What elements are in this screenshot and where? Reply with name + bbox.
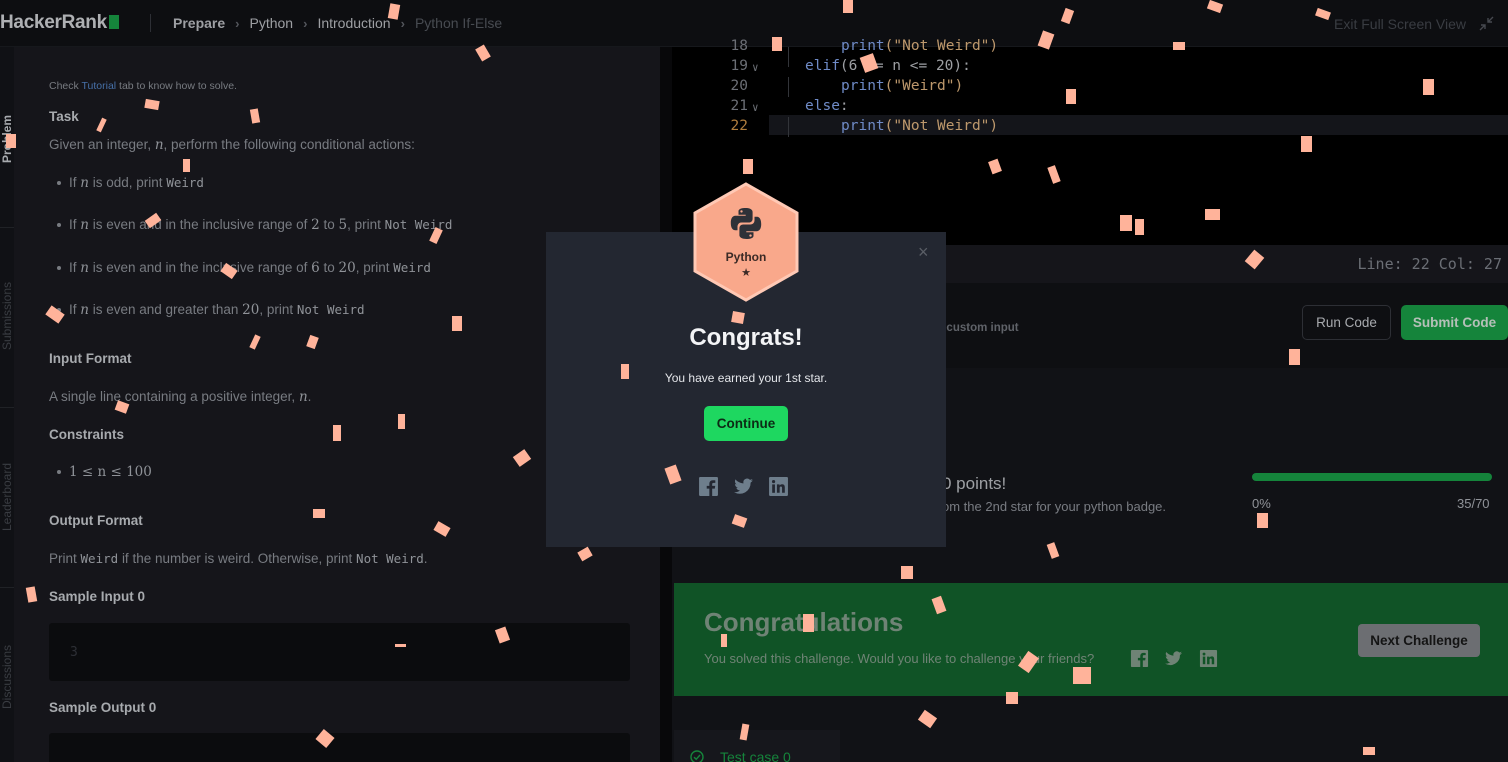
confetti-piece bbox=[721, 634, 727, 647]
close-icon[interactable]: × bbox=[918, 242, 929, 263]
confetti-piece bbox=[183, 159, 190, 172]
confetti-piece bbox=[6, 134, 16, 148]
twitter-icon[interactable] bbox=[733, 476, 754, 497]
linkedin-icon[interactable] bbox=[768, 476, 789, 497]
confetti-piece bbox=[1257, 513, 1268, 528]
confetti-piece bbox=[1423, 79, 1434, 95]
confetti-piece bbox=[398, 414, 405, 429]
confetti-piece bbox=[1120, 215, 1132, 231]
confetti-piece bbox=[452, 316, 462, 331]
confetti-piece bbox=[395, 644, 406, 647]
python-badge bbox=[693, 182, 799, 302]
confetti-piece bbox=[1006, 692, 1018, 704]
confetti-piece bbox=[1301, 136, 1312, 152]
badge-star-icon: ★ bbox=[741, 267, 751, 279]
confetti-piece bbox=[621, 364, 629, 379]
confetti-piece bbox=[1073, 667, 1091, 684]
continue-button[interactable]: Continue bbox=[704, 406, 788, 441]
confetti-piece bbox=[803, 614, 814, 632]
confetti-piece bbox=[1173, 42, 1185, 50]
confetti-piece bbox=[1066, 89, 1076, 104]
confetti-piece bbox=[1363, 747, 1375, 755]
confetti-piece bbox=[731, 311, 745, 324]
confetti-piece bbox=[772, 37, 782, 51]
confetti-piece bbox=[843, 0, 853, 13]
modal-title: Congrats! bbox=[689, 324, 803, 351]
confetti-piece bbox=[1135, 219, 1144, 235]
confetti-piece bbox=[1289, 349, 1300, 365]
confetti-piece bbox=[1205, 209, 1220, 220]
confetti-piece bbox=[313, 509, 325, 518]
confetti-piece bbox=[901, 566, 913, 579]
confetti-piece bbox=[333, 425, 341, 441]
modal-subtitle: You have earned your 1st star. bbox=[664, 371, 828, 385]
facebook-icon[interactable] bbox=[698, 476, 719, 497]
confetti-piece bbox=[743, 159, 753, 174]
badge-name: Python bbox=[725, 250, 767, 264]
